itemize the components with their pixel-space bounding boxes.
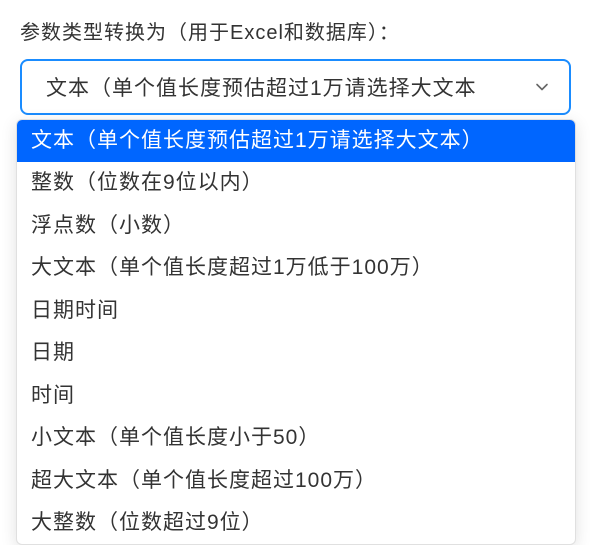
- param-type-select[interactable]: 文本（单个值长度预估超过1万请选择大文本: [20, 59, 571, 115]
- dropdown-option-float[interactable]: 浮点数（小数）: [17, 205, 575, 247]
- dropdown-option-datetime[interactable]: 日期时间: [17, 290, 575, 332]
- dropdown-option-time[interactable]: 时间: [17, 375, 575, 417]
- dropdown-option-integer[interactable]: 整数（位数在9位以内）: [17, 162, 575, 204]
- dropdown-option-huge-text[interactable]: 超大文本（单个值长度超过100万）: [17, 460, 575, 502]
- dropdown-option-small-text[interactable]: 小文本（单个值长度小于50）: [17, 417, 575, 459]
- select-current-value: 文本（单个值长度预估超过1万请选择大文本: [46, 72, 527, 102]
- dropdown-option-text[interactable]: 文本（单个值长度预估超过1万请选择大文本）: [17, 120, 575, 162]
- param-type-label: 参数类型转换为（用于Excel和数据库）：: [20, 16, 591, 45]
- param-type-select-wrapper: 文本（单个值长度预估超过1万请选择大文本 文本（单个值长度预估超过1万请选择大文…: [20, 59, 571, 115]
- dropdown-option-large-text[interactable]: 大文本（单个值长度超过1万低于100万）: [17, 247, 575, 289]
- dropdown-option-date[interactable]: 日期: [17, 332, 575, 374]
- chevron-down-icon: [535, 80, 549, 94]
- dropdown-option-big-integer[interactable]: 大整数（位数超过9位）: [17, 502, 575, 544]
- param-type-dropdown: 文本（单个值长度预估超过1万请选择大文本） 整数（位数在9位以内） 浮点数（小数…: [16, 119, 576, 545]
